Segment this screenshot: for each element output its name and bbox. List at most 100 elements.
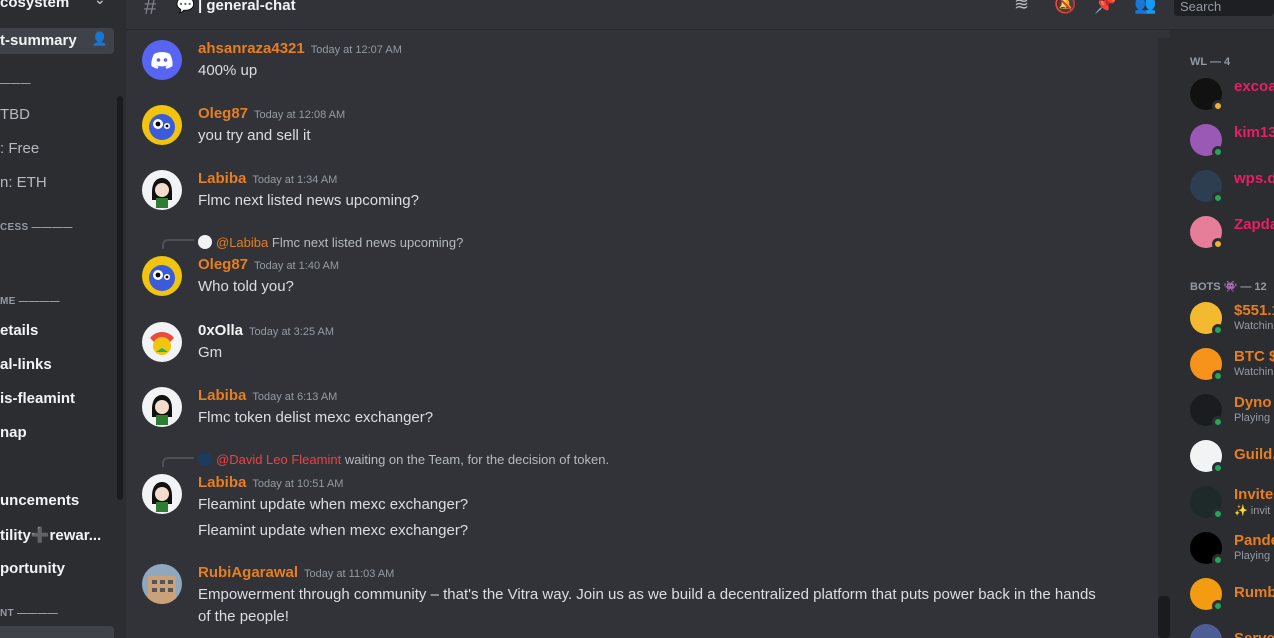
username-text[interactable]: 0xOlla	[198, 322, 243, 339]
timestamp: Today at 12:08 AM	[254, 109, 346, 121]
member-activity: Playing	[1234, 412, 1271, 424]
username-text[interactable]: Labiba	[198, 474, 246, 491]
avatar[interactable]	[142, 40, 182, 80]
member-item[interactable]: Guild.	[1190, 436, 1274, 476]
add-member-icon[interactable]: 👤	[92, 31, 108, 47]
reply-preview[interactable]: @David Leo Fleamint waiting on the Team,…	[198, 452, 609, 467]
channel-item[interactable]: n: ETH	[0, 170, 114, 196]
channel-item[interactable]: al-links	[0, 352, 114, 378]
server-header[interactable]: cosystem ⌄	[0, 0, 118, 20]
username-text[interactable]: RubiAgarawal	[198, 564, 298, 581]
username-text[interactable]: Labiba	[198, 170, 246, 187]
category-header[interactable]: ME ————	[0, 296, 60, 307]
avatar	[1190, 624, 1222, 638]
reply-text: waiting on the Team, for the decision of…	[344, 452, 610, 467]
channel-label: t-summary	[0, 32, 77, 49]
status-online-icon	[1212, 416, 1224, 428]
avatar[interactable]	[142, 170, 182, 210]
member-item[interactable]: wps.d	[1190, 166, 1274, 206]
username-text[interactable]: Oleg87	[198, 256, 248, 273]
member-list: WL — 4 excoa kim13 wps.d Zapda BOTS 👾 — …	[1170, 30, 1274, 638]
member-name: Serve	[1234, 630, 1274, 638]
channel-item[interactable]: : Free	[0, 136, 114, 162]
username-text[interactable]: Labiba	[198, 387, 246, 404]
channel-title: | general-chat	[198, 0, 296, 14]
search-input[interactable]: Search	[1174, 0, 1274, 16]
username[interactable]: Oleg87 Today at 1:40 AM	[198, 256, 339, 273]
chevron-down-icon[interactable]: ⌄	[94, 0, 106, 8]
member-item[interactable]: Rumb	[1190, 574, 1274, 614]
category-divider: ———	[0, 78, 31, 89]
username[interactable]: RubiAgarawal Today at 11:03 AM	[198, 564, 394, 581]
username[interactable]: Labiba Today at 1:34 AM	[198, 170, 337, 187]
channel-label: etails	[0, 322, 39, 339]
status-online-icon	[1212, 370, 1224, 382]
category-header[interactable]: NT ————	[0, 608, 58, 619]
member-category-wl: WL — 4	[1190, 56, 1231, 68]
channel-item[interactable]: is-fleamint	[0, 386, 114, 412]
discord-logo-icon	[151, 52, 173, 69]
status-online-icon	[1212, 146, 1224, 158]
message-scrollbar-thumb[interactable]	[1158, 596, 1170, 638]
reply-preview[interactable]: @Labiba Flmc next listed news upcoming?	[198, 235, 463, 250]
channel-item-active[interactable]: t-summary 👤	[0, 28, 114, 54]
channel-item[interactable]: tility➕rewar...	[0, 522, 114, 548]
member-item[interactable]: excoa	[1190, 74, 1274, 114]
mute-bell-icon[interactable]: 🔕	[1054, 0, 1076, 15]
channel-item-cut[interactable]	[0, 626, 114, 638]
username[interactable]: 0xOlla Today at 3:25 AM	[198, 322, 334, 339]
username[interactable]: ahsanraza4321 Today at 12:07 AM	[198, 40, 402, 57]
avatar[interactable]	[142, 387, 182, 427]
username-text[interactable]: Oleg87	[198, 105, 248, 122]
message-text: Empowerment through community – that's t…	[198, 586, 1096, 625]
channel-item[interactable]: portunity	[0, 556, 114, 582]
member-item[interactable]: $551.1 Watchin	[1190, 298, 1274, 338]
message-scrollbar-track[interactable]	[1158, 38, 1170, 638]
member-item[interactable]: Invite ✨ invit	[1190, 482, 1274, 522]
avatar[interactable]	[142, 564, 182, 604]
member-name: kim13	[1234, 124, 1274, 141]
avatar[interactable]	[142, 322, 182, 362]
category-header[interactable]: CESS ————	[0, 222, 73, 233]
avatar[interactable]	[142, 474, 182, 514]
channel-label: portunity	[0, 560, 65, 577]
pinned-icon[interactable]: 📌	[1094, 0, 1116, 15]
username[interactable]: Labiba Today at 6:13 AM	[198, 387, 337, 404]
status-online-icon	[1212, 192, 1224, 204]
status-online-icon	[1212, 324, 1224, 336]
member-item[interactable]: Dyno Playing	[1190, 390, 1274, 430]
member-name: BTC $	[1234, 348, 1274, 365]
reply-mention[interactable]: @Labiba	[216, 235, 268, 250]
member-item[interactable]: Pande Playing	[1190, 528, 1274, 568]
member-activity: Watchin	[1234, 366, 1274, 378]
member-item[interactable]: Serve	[1190, 620, 1274, 638]
member-name: $551.1	[1234, 302, 1274, 319]
avatar[interactable]	[142, 105, 182, 145]
member-activity: ✨ invit	[1234, 505, 1271, 517]
reply-text: Flmc next listed news upcoming?	[271, 235, 464, 250]
channel-item[interactable]: nap	[0, 420, 114, 446]
member-item[interactable]: BTC $ Watchin	[1190, 344, 1274, 384]
reply-mention[interactable]: @David Leo Fleamint	[216, 452, 341, 467]
username[interactable]: Labiba Today at 10:51 AM	[198, 474, 343, 491]
member-activity: Playing	[1234, 550, 1271, 562]
avatar[interactable]	[142, 256, 182, 296]
username[interactable]: Oleg87 Today at 12:08 AM	[198, 105, 345, 122]
member-item[interactable]: kim13	[1190, 120, 1274, 160]
channel-item[interactable]: etails	[0, 318, 114, 344]
channel-label: is-fleamint	[0, 390, 76, 407]
member-name: wps.d	[1234, 170, 1274, 187]
username-text[interactable]: ahsanraza4321	[198, 40, 305, 57]
channel-label: n: ETH	[0, 174, 47, 191]
member-list-icon[interactable]: 👥	[1134, 0, 1156, 15]
channel-label: al-links	[0, 356, 52, 373]
channel-label: nap	[0, 424, 27, 441]
status-online-icon	[1212, 462, 1224, 474]
channel-item[interactable]: uncements	[0, 488, 114, 514]
channel-item[interactable]: TBD	[0, 102, 114, 128]
message-text: you try and sell it	[198, 127, 311, 144]
sidebar-scrollbar[interactable]	[117, 96, 123, 500]
threads-icon[interactable]: ≋	[1014, 0, 1029, 15]
member-name: Zapda	[1234, 216, 1274, 233]
member-item[interactable]: Zapda	[1190, 212, 1274, 252]
